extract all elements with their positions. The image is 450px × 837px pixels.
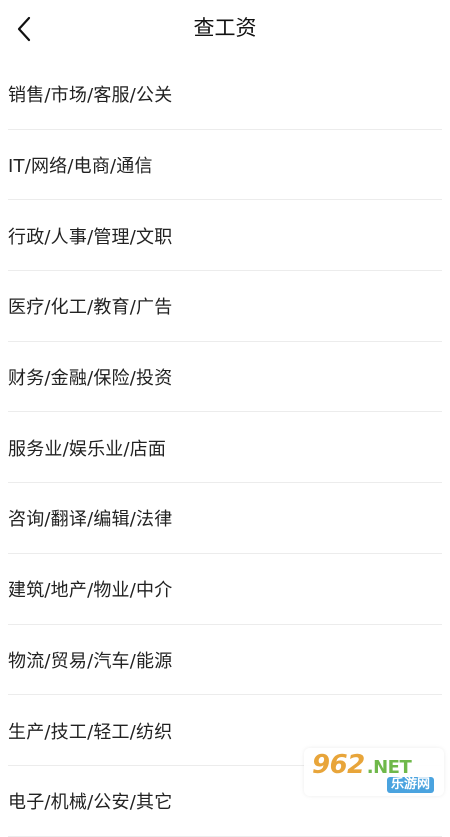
category-label: 行政/人事/管理/文职 (8, 226, 173, 248)
category-label: 财务/金融/保险/投资 (8, 368, 173, 390)
category-label: IT/网络/电商/通信 (8, 156, 153, 178)
category-label: 建筑/地产/物业/中介 (8, 580, 173, 602)
site-watermark-logo: 962 .NET 乐游网 (304, 748, 444, 796)
list-item-category[interactable]: 咨询/翻译/编辑/法律 (0, 483, 450, 554)
category-list: 销售/市场/客服/公关 IT/网络/电商/通信 行政/人事/管理/文职 医疗/化… (0, 59, 450, 837)
category-label: 销售/市场/客服/公关 (8, 85, 173, 107)
top-nav-bar: 查工资 (0, 0, 450, 58)
page-title: 查工资 (193, 16, 257, 40)
category-label: 咨询/翻译/编辑/法律 (8, 509, 173, 531)
category-label: 医疗/化工/教育/广告 (8, 297, 173, 319)
category-label: 物流/贸易/汽车/能源 (8, 650, 173, 672)
list-item-category[interactable]: 建筑/地产/物业/中介 (0, 554, 450, 625)
watermark-number: 962 (312, 750, 365, 780)
list-item-category[interactable]: 行政/人事/管理/文职 (0, 200, 450, 271)
category-label: 电子/机械/公安/其它 (8, 792, 173, 814)
watermark-net: .NET (366, 757, 412, 778)
list-item-category[interactable]: 财务/金融/保险/投资 (0, 342, 450, 413)
list-item-category[interactable]: IT/网络/电商/通信 (0, 130, 450, 201)
list-item-category[interactable]: 物流/贸易/汽车/能源 (0, 625, 450, 696)
category-label: 服务业/娱乐业/店面 (8, 438, 167, 460)
list-item-category[interactable]: 销售/市场/客服/公关 (0, 59, 450, 130)
list-item-category[interactable]: 服务业/娱乐业/店面 (0, 412, 450, 483)
watermark-sub-text: 乐游网 (386, 777, 434, 793)
category-label: 生产/技工/轻工/纺织 (8, 721, 173, 743)
list-item-category[interactable]: 医疗/化工/教育/广告 (0, 271, 450, 342)
